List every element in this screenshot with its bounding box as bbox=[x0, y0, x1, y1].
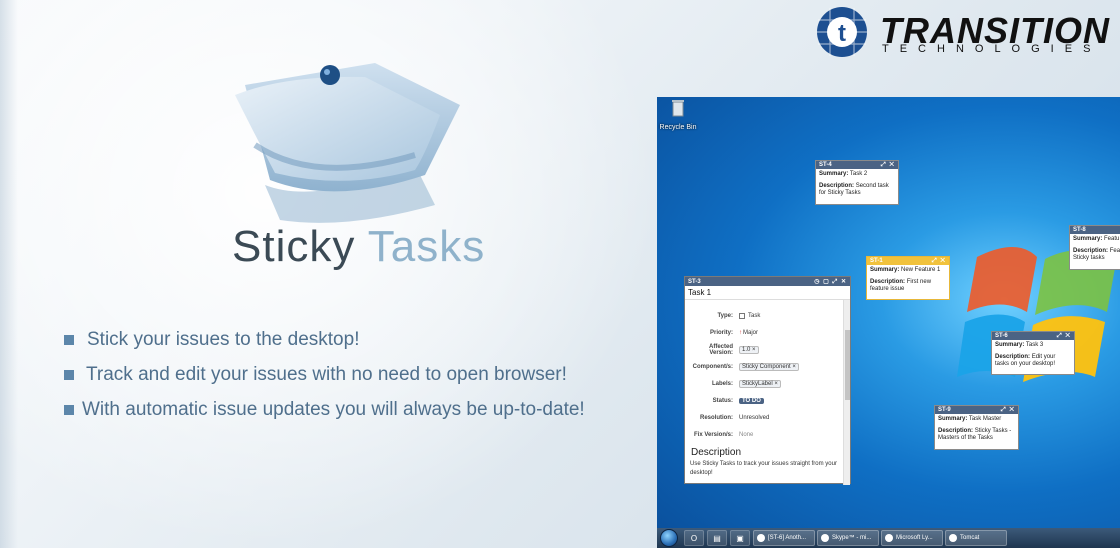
detail-title[interactable]: Task 1 bbox=[685, 286, 850, 300]
square-bullet-icon bbox=[64, 334, 74, 345]
recycle-bin-label: Recycle Bin bbox=[659, 124, 697, 131]
outlook-icon[interactable]: O bbox=[684, 530, 704, 546]
sticky-summary: Featu bbox=[1104, 236, 1120, 242]
start-button[interactable] bbox=[660, 529, 678, 547]
task-type-icon bbox=[739, 312, 745, 319]
feature-item: With automatic issue updates you will al… bbox=[64, 392, 654, 427]
sticky-summary: New Feature 1 bbox=[901, 267, 941, 273]
sticky-key: ST-4 bbox=[819, 162, 832, 168]
explorer-folder-icon[interactable]: ▤ bbox=[707, 530, 727, 546]
sticky-summary: Task Master bbox=[968, 416, 1002, 422]
tomcat-icon bbox=[949, 534, 957, 542]
status-badge[interactable]: TO DO bbox=[739, 397, 764, 404]
product-name-word2: Tasks bbox=[367, 222, 486, 271]
product-name-word1: Sticky bbox=[232, 222, 356, 271]
sticky-note[interactable]: ST-4 ⤢ ✕ Summary: Task 2 Description: Se… bbox=[815, 160, 899, 205]
sticky-header[interactable]: ST-4 ⤢ ✕ bbox=[816, 161, 898, 169]
sticky-controls-icon[interactable]: ⤢ ✕ bbox=[881, 162, 895, 169]
taskbar-task[interactable]: Tomcat bbox=[945, 530, 1007, 546]
product-name: Sticky Tasks bbox=[232, 222, 485, 272]
sticky-controls-icon[interactable]: ⤢ ✕ bbox=[1057, 333, 1071, 340]
feature-text: With automatic issue updates you will al… bbox=[82, 398, 585, 420]
field-fix-version: Fix Version/s: None bbox=[693, 431, 754, 438]
scrollbar-thumb[interactable] bbox=[845, 330, 850, 400]
sticky-key: ST-1 bbox=[870, 258, 883, 264]
taskbar-task[interactable]: Skype™ - mi... bbox=[817, 530, 879, 546]
feature-item: Stick your issues to the desktop! bbox=[64, 322, 654, 357]
taskbar-task[interactable]: [ST-6] Anoth... bbox=[753, 530, 815, 546]
priority-arrow-icon: ↑ bbox=[739, 329, 742, 336]
desktop-screenshot: Recycle Bin ST-4 ⤢ ✕ Summary: Task 2 Des… bbox=[657, 97, 1120, 548]
sticky-note[interactable]: ST-9 ⤢ ✕ Summary: Task Master Descriptio… bbox=[934, 405, 1019, 450]
sticky-controls-icon[interactable]: ⤢ ✕ bbox=[932, 258, 946, 265]
field-affected-version: Affected Version: 1.0 × bbox=[685, 341, 850, 358]
recycle-bin[interactable]: Recycle Bin bbox=[659, 99, 697, 131]
taskbar-task[interactable]: Microsoft Ly... bbox=[881, 530, 943, 546]
detail-scrollbar[interactable] bbox=[843, 300, 850, 485]
sticky-key: ST-6 bbox=[995, 333, 1008, 339]
feature-item: Track and edit your issues with no need … bbox=[64, 357, 654, 392]
sticky-notes-logo-icon bbox=[235, 63, 460, 223]
sticky-note[interactable]: ST-8 Summary: Featu Description: Feat St… bbox=[1069, 225, 1120, 270]
lync-icon bbox=[885, 534, 893, 542]
sticky-header[interactable]: ST-9 ⤢ ✕ bbox=[935, 406, 1018, 414]
sticky-note[interactable]: ST-1 ⤢ ✕ Summary: New Feature 1 Descript… bbox=[866, 256, 950, 300]
svg-text:t: t bbox=[838, 20, 846, 47]
app-icon[interactable]: ▣ bbox=[730, 530, 750, 546]
brand-mark-icon: t bbox=[817, 7, 867, 57]
detail-header[interactable]: ST-3 ◷ ▢ ⤢ ✕ bbox=[685, 277, 850, 286]
skype-icon bbox=[821, 534, 829, 542]
sticky-header[interactable]: ST-6 ⤢ ✕ bbox=[992, 332, 1074, 340]
label-chip[interactable]: StickyLabel × bbox=[739, 379, 781, 388]
field-status: Status: TO DO bbox=[685, 392, 850, 409]
brand-logo: t TRANSITION TECHNOLOGIES bbox=[816, 6, 1116, 58]
detail-key: ST-3 bbox=[688, 278, 701, 285]
field-labels: Labels: StickyLabel × bbox=[685, 375, 850, 392]
recycle-bin-icon bbox=[672, 100, 684, 117]
square-bullet-icon bbox=[64, 369, 74, 380]
sticky-header[interactable]: ST-8 bbox=[1070, 226, 1120, 234]
description-text[interactable]: Use Sticky Tasks to track your issues st… bbox=[685, 460, 850, 478]
taskbar: O ▤ ▣ [ST-6] Anoth... Skype™ - mi... Mic… bbox=[657, 528, 1120, 548]
component-chip[interactable]: Sticky Component × bbox=[739, 362, 799, 371]
square-bullet-icon bbox=[64, 404, 74, 415]
sticky-summary: Task 3 bbox=[1025, 342, 1044, 348]
sticky-key: ST-8 bbox=[1073, 227, 1086, 233]
feature-text: Stick your issues to the desktop! bbox=[87, 328, 360, 350]
feature-text: Track and edit your issues with no need … bbox=[86, 363, 567, 385]
chrome-icon bbox=[757, 534, 765, 542]
brand-subtitle: TECHNOLOGIES bbox=[882, 43, 1102, 55]
field-components: Component/s: Sticky Component × bbox=[685, 358, 850, 375]
sticky-header[interactable]: ST-1 ⤢ ✕ bbox=[867, 257, 949, 265]
version-chip[interactable]: 1.0 × bbox=[739, 345, 759, 354]
feature-list: Stick your issues to the desktop! Track … bbox=[64, 322, 654, 427]
field-type: Type: Task bbox=[717, 312, 761, 319]
sticky-summary: Task 2 bbox=[849, 171, 868, 177]
field-resolution: Resolution: Unresolved bbox=[700, 414, 770, 421]
issue-detail-window[interactable]: ST-3 ◷ ▢ ⤢ ✕ Task 1 Type: Task Priority:… bbox=[684, 276, 851, 485]
sticky-note[interactable]: ST-6 ⤢ ✕ Summary: Task 3 Description: Ed… bbox=[991, 331, 1075, 375]
description-heading: Description bbox=[691, 447, 742, 458]
background-edge bbox=[0, 0, 18, 548]
detail-controls-icon[interactable]: ◷ ▢ ⤢ ✕ bbox=[814, 278, 847, 286]
field-priority: Priority: ↑ Major bbox=[709, 329, 759, 336]
sticky-key: ST-9 bbox=[938, 407, 951, 413]
sticky-controls-icon[interactable]: ⤢ ✕ bbox=[1001, 407, 1015, 414]
